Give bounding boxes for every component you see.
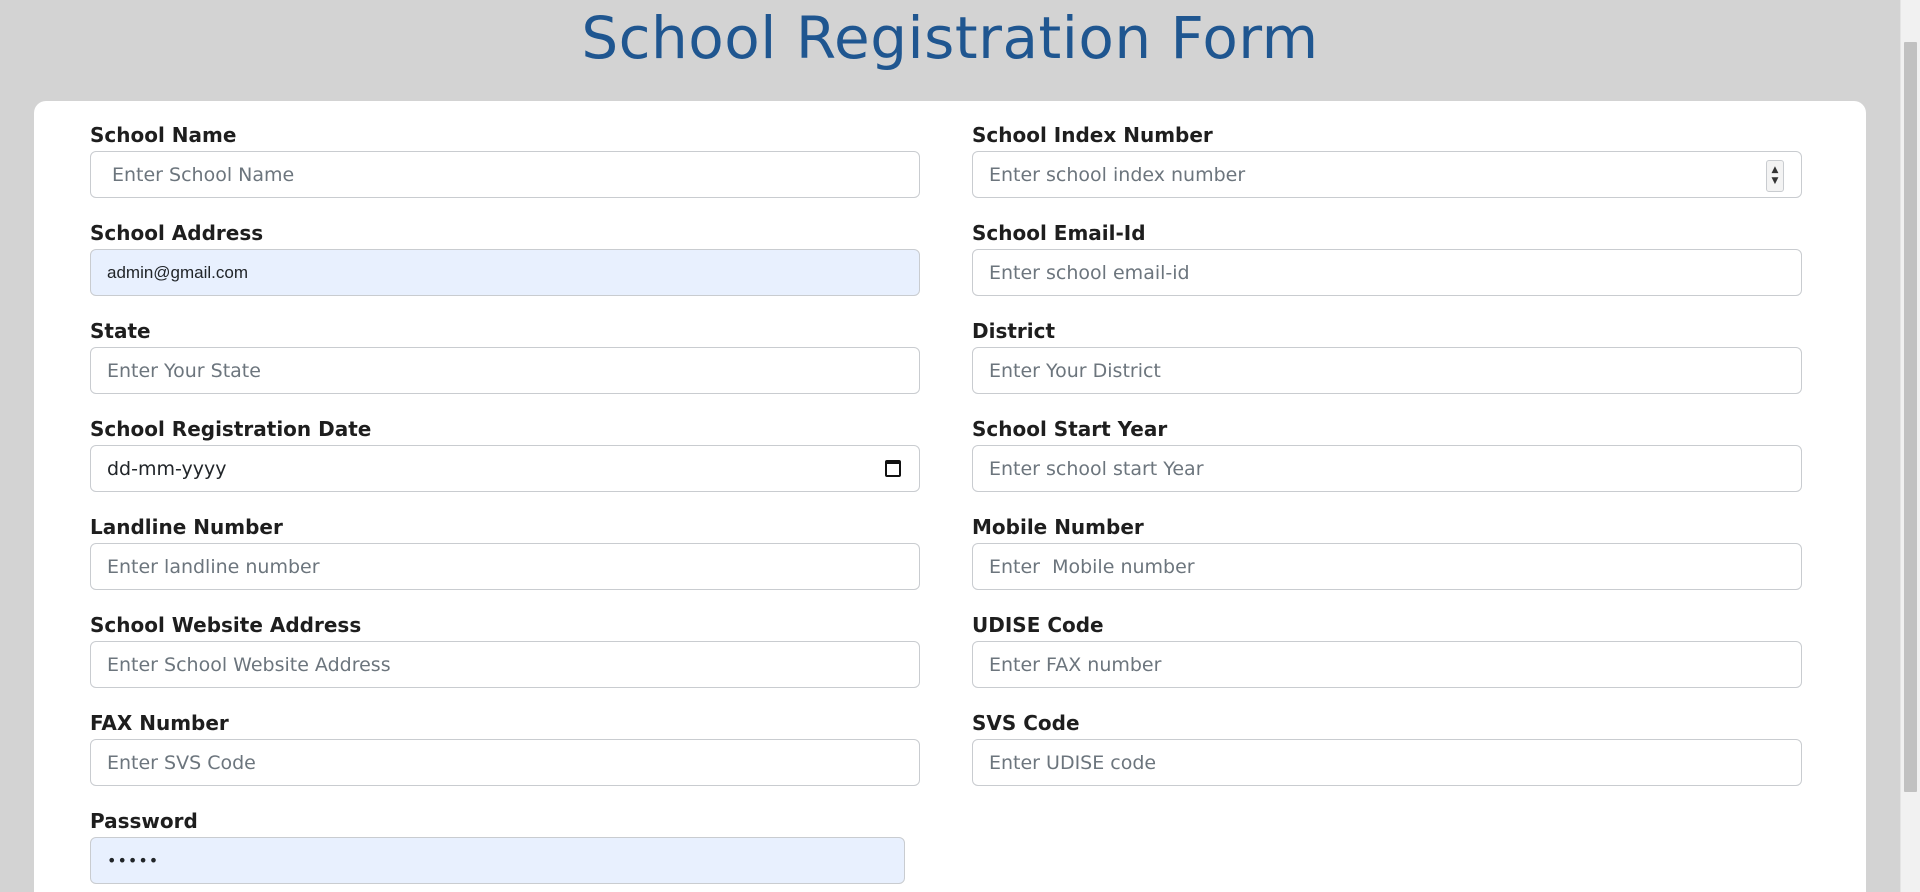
school-name-input[interactable] [90,151,920,198]
udise-label: UDISE Code [972,613,1104,637]
registration-date-input[interactable]: dd-mm-yyyy [90,445,920,492]
fax-input[interactable] [90,739,920,786]
school-index-number-label: School Index Number [972,123,1213,147]
page-title: School Registration Form [581,4,1319,72]
vertical-scrollbar[interactable] [1900,0,1920,892]
spinner-up-icon[interactable]: ▲ [1772,165,1779,176]
landline-input[interactable] [90,543,920,590]
school-email-input[interactable] [972,249,1802,296]
school-index-number-input[interactable] [972,151,1802,198]
password-input[interactable]: ••••• [90,837,905,884]
svs-label: SVS Code [972,711,1080,735]
district-input[interactable] [972,347,1802,394]
start-year-input[interactable] [972,445,1802,492]
number-spinner[interactable]: ▲ ▼ [1766,160,1784,192]
mobile-input[interactable] [972,543,1802,590]
spinner-down-icon[interactable]: ▼ [1772,176,1779,187]
school-name-label: School Name [90,123,237,147]
website-label: School Website Address [90,613,362,637]
school-address-label: School Address [90,221,264,245]
mobile-label: Mobile Number [972,515,1144,539]
page: School Registration Form School Name Sch… [0,0,1920,892]
calendar-icon[interactable] [885,460,901,477]
school-email-label: School Email-Id [972,221,1146,245]
website-input[interactable] [90,641,920,688]
district-label: District [972,319,1056,343]
school-address-input[interactable] [90,249,920,296]
state-input[interactable] [90,347,920,394]
state-label: State [90,319,151,343]
registration-date-label: School Registration Date [90,417,372,441]
start-year-label: School Start Year [972,417,1168,441]
password-label: Password [90,809,198,833]
udise-input[interactable] [972,641,1802,688]
landline-label: Landline Number [90,515,283,539]
svs-input[interactable] [972,739,1802,786]
form-card: School Name School Index Number ▲ ▼ Scho… [34,101,1866,892]
scrollbar-thumb[interactable] [1904,42,1917,792]
fax-label: FAX Number [90,711,229,735]
date-format-text: dd-mm-yyyy [107,457,227,480]
